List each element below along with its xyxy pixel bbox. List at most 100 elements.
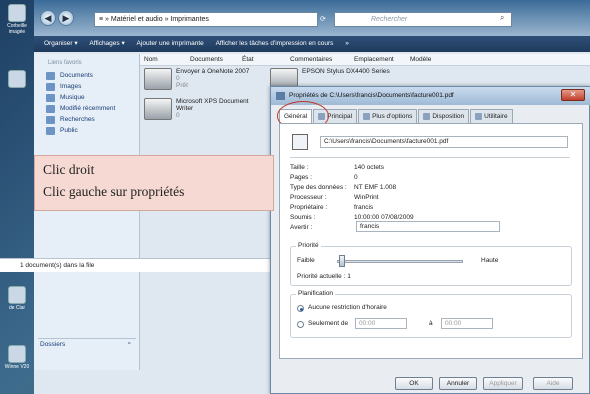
group-label: Priorité xyxy=(296,242,321,249)
nav-item-label: Modifié récemment xyxy=(60,105,116,112)
printer-item[interactable]: Envoyer à OneNote 2007 0 Prêt xyxy=(144,68,249,90)
schedule-group: Planification Aucune restriction d'horai… xyxy=(290,290,572,338)
property-label: Propriétaire : xyxy=(290,204,328,211)
back-button[interactable]: ◀ xyxy=(40,10,56,26)
property-row: Pages : 0 xyxy=(290,174,358,183)
music-icon xyxy=(46,93,55,102)
tab-more-options[interactable]: Plus d'options xyxy=(358,109,418,123)
column-model[interactable]: Modèle xyxy=(410,54,431,66)
nav-item-documents[interactable]: Documents xyxy=(34,70,139,81)
search-folder-icon xyxy=(46,115,55,124)
property-row: Propriétaire : francis xyxy=(290,204,373,213)
desktop-icon-shortcut[interactable]: de Clar xyxy=(2,286,32,311)
property-value: NT EMF 1.008 xyxy=(354,184,397,191)
property-row: Type des données : NT EMF 1.008 xyxy=(290,184,396,193)
annotation-line: Clic gauche sur propriétés xyxy=(43,184,185,199)
organize-menu[interactable]: Organiser ▾ xyxy=(44,40,78,47)
printer-status: Prêt xyxy=(176,82,188,89)
properties-dialog: Propriétés de C:\Users\francis\Documents… xyxy=(270,86,590,394)
refresh-icon[interactable]: ⟳ xyxy=(320,15,326,23)
nav-item-label: Public xyxy=(60,127,78,134)
to-time-input[interactable]: 00:00 xyxy=(441,318,493,329)
desktop-icon-label: de Clar xyxy=(8,305,26,311)
only-from-radio[interactable] xyxy=(297,321,304,328)
printer-name: EPSON Stylus DX4400 Series xyxy=(302,68,390,75)
printer-icon xyxy=(144,98,172,120)
printer-icon xyxy=(144,68,172,90)
desktop-icon-label: Winne V20 xyxy=(4,364,30,370)
recent-icon xyxy=(46,104,55,113)
tab-layout[interactable]: Disposition xyxy=(418,109,470,123)
cancel-button[interactable]: Annuler xyxy=(439,377,477,390)
printer-name: Microsoft XPS Document Writer xyxy=(176,98,249,112)
desktop-icon-app[interactable] xyxy=(2,70,32,89)
folders-toggle[interactable]: Dossiers ⌃ xyxy=(38,338,136,350)
tab-label: Utilitaire xyxy=(484,113,508,120)
property-value: francis xyxy=(354,204,374,211)
desktop-icon-label: Corbeille imagée xyxy=(7,23,27,35)
group-label: Planification xyxy=(296,290,336,297)
add-printer-button[interactable]: Ajouter une imprimante xyxy=(137,40,204,47)
options-icon xyxy=(363,113,371,120)
radio-label: Aucune restriction d'horaire xyxy=(308,304,387,311)
print-queue-status: 1 document(s) dans la file xyxy=(0,258,306,272)
priority-high-label: Haute xyxy=(481,257,499,264)
layout-icon xyxy=(423,113,431,120)
shortcut-icon xyxy=(8,286,26,304)
help-button[interactable]: Aide xyxy=(533,377,573,390)
ok-button[interactable]: OK xyxy=(395,377,433,390)
property-label: Processeur : xyxy=(290,194,327,201)
apply-button[interactable]: Appliquer xyxy=(483,377,523,390)
property-row: Avertir : xyxy=(290,224,354,233)
desktop-icon-program[interactable]: Winne V20 xyxy=(2,345,32,370)
search-input[interactable]: Rechercher xyxy=(334,12,512,27)
column-name[interactable]: Nom xyxy=(144,54,158,66)
column-state[interactable]: État xyxy=(242,54,254,66)
search-icon: ⌕ xyxy=(500,13,505,22)
annotation-line: Clic droit xyxy=(43,162,95,177)
from-time-input[interactable]: 00:00 xyxy=(355,318,407,329)
public-folder-icon xyxy=(46,126,55,135)
more-commands-button[interactable]: » xyxy=(345,40,349,47)
tab-label: Disposition xyxy=(432,113,465,120)
dialog-titlebar: Propriétés de C:\Users\francis\Documents… xyxy=(271,87,590,105)
nav-item-recent[interactable]: Modifié récemment xyxy=(34,103,139,114)
recycle-bin-icon xyxy=(8,4,26,22)
nav-item-public[interactable]: Public xyxy=(34,125,139,136)
radio-label: Seulement de xyxy=(308,320,349,327)
column-header-bar: Nom Documents État Commentaires Emplacem… xyxy=(140,54,590,66)
nav-item-music[interactable]: Musique xyxy=(34,92,139,103)
desktop-icon-corbeille[interactable]: Corbeille imagée xyxy=(2,4,32,35)
annotation-box: Clic droit Clic gauche sur propriétés xyxy=(34,155,274,211)
printer-doc-count: 0 xyxy=(176,75,180,82)
document-path-field[interactable]: C:\Users\francis\Documents\facture001.pd… xyxy=(320,136,568,148)
column-comments[interactable]: Commentaires xyxy=(290,54,332,66)
priority-low-label: Faible xyxy=(297,257,315,264)
nav-item-searches[interactable]: Recherches xyxy=(34,114,139,125)
address-bar[interactable]: ≡ » Matériel et audio » Imprimantes xyxy=(94,12,318,27)
tab-utility[interactable]: Utilitaire xyxy=(470,109,513,123)
nav-item-label: Documents xyxy=(60,72,93,79)
chevron-up-icon: ⌃ xyxy=(126,342,132,349)
property-label: Pages : xyxy=(290,174,313,181)
views-menu[interactable]: Affichages ▾ xyxy=(89,40,124,47)
printer-item[interactable]: Microsoft XPS Document Writer 0 xyxy=(144,98,262,120)
priority-slider[interactable] xyxy=(339,255,345,267)
priority-slider-track xyxy=(337,260,463,263)
arrow-right-icon: ▶ xyxy=(62,13,70,23)
close-button[interactable]: ✕ xyxy=(561,89,585,101)
printer-doc-count: 0 xyxy=(176,112,180,119)
column-location[interactable]: Emplacement xyxy=(354,54,394,66)
property-value: 140 octets xyxy=(354,164,384,171)
explorer-titlebar: ◀ ▶ ≡ » Matériel et audio » Imprimantes … xyxy=(34,0,590,36)
document-icon xyxy=(292,134,308,150)
property-row: Taille : 140 octets xyxy=(290,164,384,173)
nav-item-label: Recherches xyxy=(60,116,95,123)
no-restriction-radio[interactable] xyxy=(297,305,304,312)
column-documents[interactable]: Documents xyxy=(190,54,223,66)
nav-item-images[interactable]: Images xyxy=(34,81,139,92)
notify-field[interactable]: francis xyxy=(356,221,500,232)
forward-button[interactable]: ▶ xyxy=(58,10,74,26)
property-label: Avertir : xyxy=(290,224,313,231)
show-print-tasks-button[interactable]: Afficher les tâches d'impression en cour… xyxy=(216,40,334,47)
